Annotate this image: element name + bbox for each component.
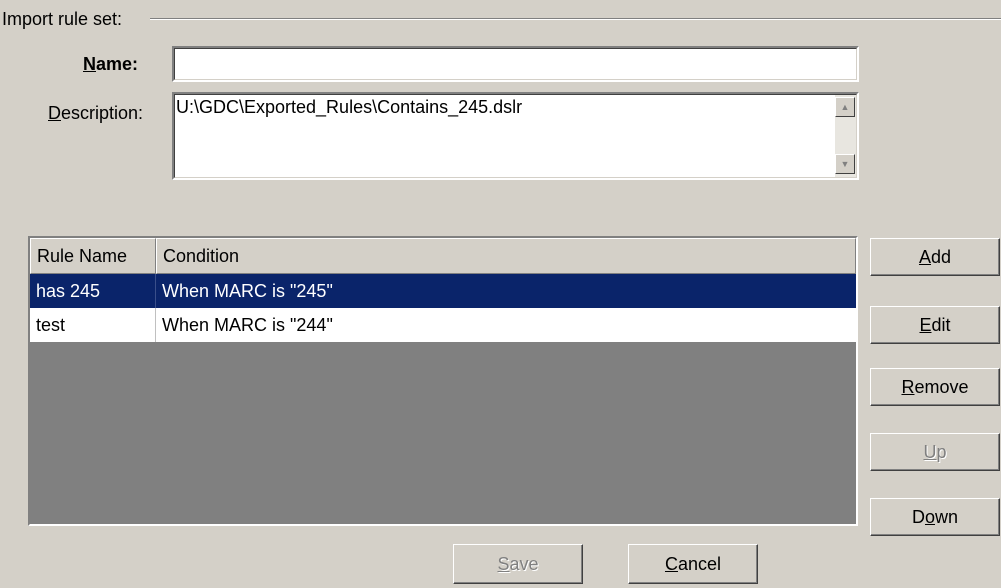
rules-list-header: Rule Name Condition — [30, 238, 856, 274]
rules-list-rows: has 245 When MARC is "245" test When MAR… — [30, 274, 856, 342]
cancel-button[interactable]: Cancel — [628, 544, 758, 584]
remove-button[interactable]: Remove — [870, 368, 1000, 406]
edit-button[interactable]: Edit — [870, 306, 1000, 344]
description-scrollbar[interactable]: ▲ ▼ — [835, 94, 857, 178]
description-field-frame: U:\GDC\Exported_Rules\Contains_245.dslr … — [172, 92, 859, 180]
rules-list[interactable]: Rule Name Condition has 245 When MARC is… — [28, 236, 858, 526]
column-header-rule-name[interactable]: Rule Name — [30, 238, 156, 274]
down-button[interactable]: Down — [870, 498, 1000, 536]
save-button[interactable]: Save — [453, 544, 583, 584]
rule-name-cell: has 245 — [30, 274, 156, 308]
name-input[interactable] — [174, 48, 857, 80]
rule-name-cell: test — [30, 308, 156, 342]
description-textarea[interactable]: U:\GDC\Exported_Rules\Contains_245.dslr — [174, 94, 835, 178]
scroll-down-icon[interactable]: ▼ — [835, 154, 855, 174]
name-field-frame — [172, 46, 859, 82]
condition-cell: When MARC is "244" — [162, 315, 333, 335]
group-title: Import rule set: — [2, 9, 126, 29]
column-header-condition[interactable]: Condition — [156, 238, 856, 274]
description-label: Description: — [48, 103, 144, 123]
up-button[interactable]: Up — [870, 433, 1000, 471]
scroll-up-icon[interactable]: ▲ — [835, 97, 855, 117]
group-divider — [150, 18, 1001, 20]
table-row[interactable]: test When MARC is "244" — [30, 308, 856, 342]
table-row[interactable]: has 245 When MARC is "245" — [30, 274, 856, 308]
condition-cell: When MARC is "245" — [162, 281, 333, 301]
add-button[interactable]: Add — [870, 238, 1000, 276]
name-label: Name: — [83, 54, 139, 74]
